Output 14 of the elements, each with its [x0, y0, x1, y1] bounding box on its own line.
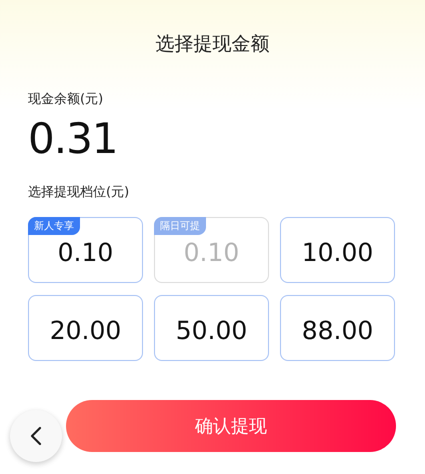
amount-option[interactable]: 88.00: [280, 295, 395, 361]
amount-option[interactable]: 新人专享 0.10: [28, 217, 143, 283]
amount-option[interactable]: 20.00: [28, 295, 143, 361]
option-tag: 新人专享: [28, 217, 80, 235]
option-tag: 隔日可提: [154, 217, 206, 235]
amount-option[interactable]: 10.00: [280, 217, 395, 283]
page-title: 选择提现金额: [154, 32, 270, 57]
back-icon: [30, 426, 42, 446]
balance-label: 现金余额(元): [28, 91, 104, 108]
balance-amount: 0.31: [28, 114, 119, 163]
back-button[interactable]: [10, 410, 62, 462]
options-label: 选择提现档位(元): [28, 184, 130, 201]
confirm-button[interactable]: 确认提现: [66, 400, 396, 452]
amount-option[interactable]: 50.00: [154, 295, 269, 361]
